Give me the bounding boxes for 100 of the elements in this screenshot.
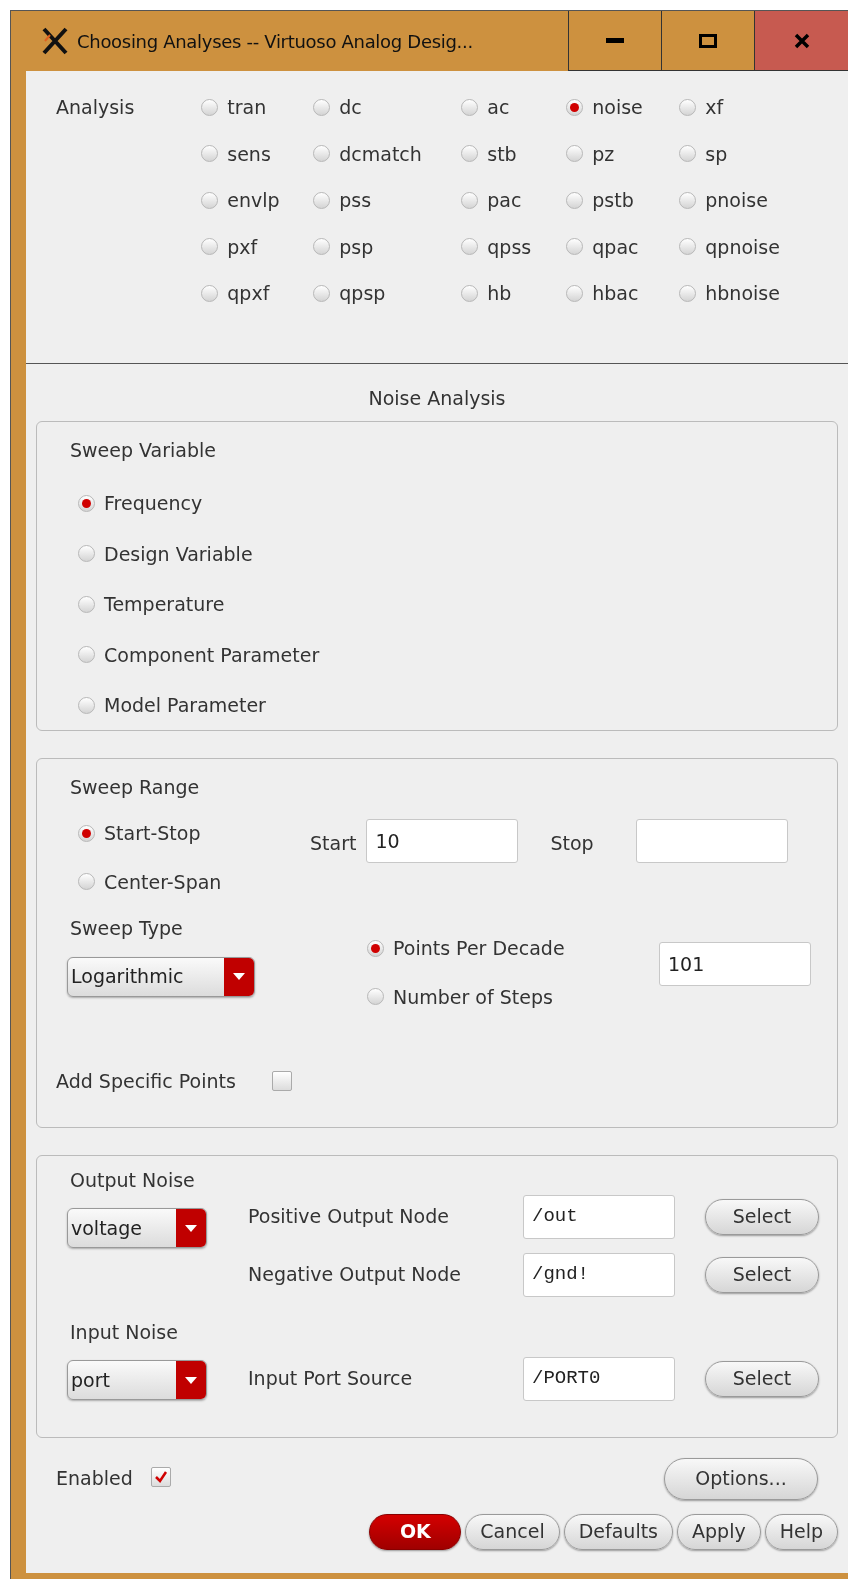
- radio-button[interactable]: [78, 646, 95, 664]
- close-button[interactable]: [754, 11, 848, 71]
- radio-label: stb: [487, 141, 517, 167]
- button[interactable]: Select: [705, 1256, 819, 1293]
- radio-button[interactable]: [679, 145, 697, 163]
- radio-button[interactable]: [679, 238, 697, 256]
- radio-button[interactable]: [78, 873, 95, 891]
- radio-button[interactable]: [566, 98, 584, 116]
- radio-button[interactable]: [78, 824, 95, 842]
- stop-field[interactable]: [636, 819, 789, 863]
- radio-label: qpnoise: [705, 234, 780, 260]
- radio-button[interactable]: [201, 191, 219, 209]
- radio-button[interactable]: [679, 284, 697, 302]
- radio-label: Temperature: [104, 592, 225, 617]
- radio-button[interactable]: [566, 145, 584, 163]
- radio-label: Number of Steps: [393, 984, 553, 1010]
- label: Noise Analysis: [368, 386, 506, 411]
- radio-label: hb: [487, 281, 512, 306]
- radio-button[interactable]: [679, 98, 697, 116]
- checkbox[interactable]: [271, 1071, 292, 1092]
- caret-icon: [185, 1376, 197, 1384]
- radio-label: dcmatch: [339, 141, 422, 167]
- button[interactable]: Cancel: [465, 1513, 560, 1550]
- window-title: Choosing Analyses -- Virtuoso Analog Desig...: [77, 29, 473, 54]
- close-icon: [793, 32, 810, 49]
- dropdown[interactable]: Logarithmic: [67, 956, 255, 997]
- radio-button[interactable]: [313, 284, 331, 302]
- radio-button[interactable]: [78, 545, 95, 563]
- checkbox[interactable]: [150, 1466, 171, 1487]
- radio-button[interactable]: [566, 238, 584, 256]
- button[interactable]: Apply: [677, 1513, 761, 1550]
- radio-label: sens: [227, 141, 271, 167]
- radio-label: xf: [705, 95, 724, 120]
- radio-label: Frequency: [104, 491, 203, 516]
- radio-label: sp: [705, 141, 728, 167]
- radio-label: qpss: [487, 234, 532, 260]
- button[interactable]: Select: [705, 1198, 819, 1235]
- label: Input Noise: [70, 1319, 179, 1345]
- radio-label: envlp: [227, 188, 280, 213]
- radio-button[interactable]: [78, 696, 95, 714]
- label: Sweep Type: [70, 916, 184, 941]
- label: Positive Output Node: [248, 1204, 450, 1230]
- radio-label: ac: [487, 95, 510, 120]
- radio-button[interactable]: [201, 238, 219, 256]
- radio-button[interactable]: [78, 595, 95, 613]
- x-logo-icon: [41, 27, 69, 55]
- label: Sweep Variable: [70, 437, 217, 463]
- radio-button[interactable]: [461, 284, 479, 302]
- radio-button[interactable]: [313, 145, 331, 163]
- radio-button[interactable]: [313, 191, 331, 209]
- radio-button[interactable]: [367, 988, 384, 1006]
- radio-label: qpsp: [339, 281, 386, 306]
- start-field[interactable]: 10: [366, 819, 519, 863]
- radio-label: Start-Stop: [104, 821, 201, 846]
- button[interactable]: OK: [369, 1513, 462, 1550]
- button[interactable]: Defaults: [563, 1513, 673, 1550]
- button[interactable]: Help: [764, 1513, 838, 1550]
- radio-button[interactable]: [461, 238, 479, 256]
- radio-label: pss: [339, 188, 372, 213]
- node-field[interactable]: /gnd!: [523, 1252, 675, 1297]
- radio-label: pac: [487, 188, 522, 213]
- radio-label: Center-Span: [104, 869, 222, 895]
- radio-label: Model Parameter: [104, 693, 266, 718]
- radio-button[interactable]: [201, 145, 219, 163]
- radio-button[interactable]: [461, 191, 479, 209]
- dropdown[interactable]: voltage: [67, 1208, 207, 1248]
- radio-button[interactable]: [313, 238, 331, 256]
- maximize-icon: [699, 33, 717, 48]
- radio-label: pxf: [227, 234, 258, 260]
- points-field[interactable]: 101: [659, 942, 811, 986]
- radio-label: qpac: [592, 234, 639, 260]
- radio-button[interactable]: [78, 494, 95, 512]
- radio-label: psp: [339, 234, 374, 260]
- label: Stop: [550, 831, 595, 856]
- radio-button[interactable]: [566, 191, 584, 209]
- caret-icon: [185, 1224, 197, 1232]
- radio-label: Design Variable: [104, 541, 253, 567]
- radio-button[interactable]: [367, 939, 384, 957]
- port-field[interactable]: /PORT0: [523, 1356, 675, 1401]
- radio-button[interactable]: [313, 98, 331, 116]
- label: Start: [310, 831, 357, 856]
- label: Negative Output Node: [248, 1262, 462, 1288]
- radio-label: dc: [339, 95, 362, 120]
- minimize-icon: [606, 37, 624, 44]
- radio-button[interactable]: [201, 284, 219, 302]
- radio-label: Points Per Decade: [393, 936, 565, 961]
- button[interactable]: Options...: [664, 1457, 818, 1500]
- radio-button[interactable]: [566, 284, 584, 302]
- label: Sweep Range: [70, 774, 201, 800]
- radio-button[interactable]: [461, 98, 479, 116]
- radio-label: hbnoise: [705, 281, 780, 306]
- radio-button[interactable]: [461, 145, 479, 163]
- radio-button[interactable]: [201, 98, 219, 116]
- label: Add Specific Points: [56, 1069, 236, 1094]
- node-field[interactable]: /out: [523, 1194, 675, 1239]
- radio-button[interactable]: [679, 191, 697, 209]
- dropdown[interactable]: port: [67, 1360, 207, 1400]
- radio-label: hbac: [592, 281, 639, 306]
- radio-label: pz: [592, 141, 615, 167]
- button[interactable]: Select: [705, 1360, 819, 1397]
